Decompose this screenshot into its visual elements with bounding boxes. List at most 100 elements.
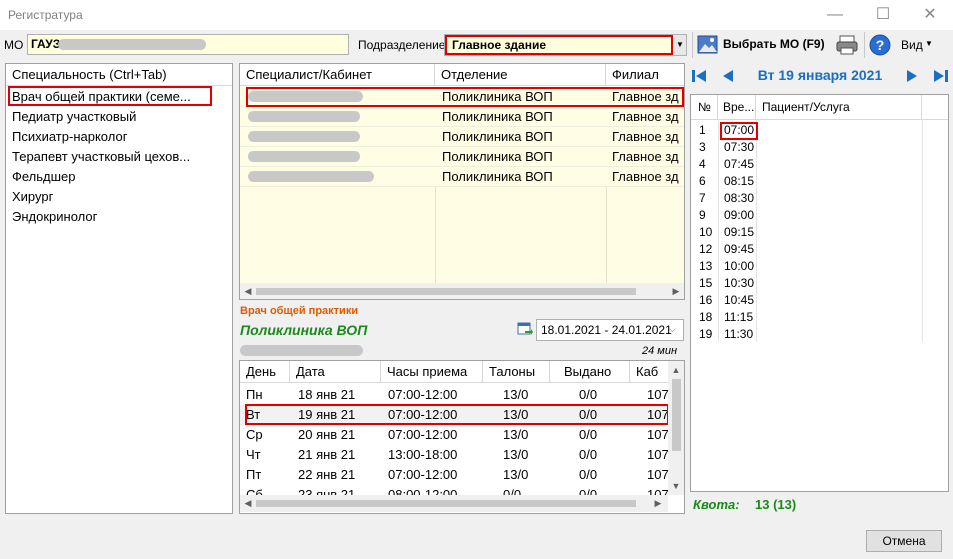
slot-time: 07:45	[724, 157, 755, 171]
time-slot-row[interactable]: 16 10:45	[691, 292, 948, 309]
branch-cell: Главное зд	[612, 109, 679, 124]
window-title: Регистратура	[8, 8, 83, 22]
choose-mo-button[interactable]: Выбрать МО (F9)	[697, 34, 827, 56]
table-row[interactable]: Поликлиника ВОП Главное зд	[240, 107, 684, 127]
time-slot-row[interactable]: 4 07:45	[691, 156, 948, 173]
cancel-button[interactable]: Отмена	[866, 530, 942, 552]
view-menu-button[interactable]: ? Вид ▼	[869, 34, 937, 56]
chevron-down-icon[interactable]: ▼	[674, 35, 686, 55]
table-row[interactable]: Пн 18 янв 21 07:00-12:00 13/0 0/0 107	[240, 385, 668, 405]
scroll-down-icon[interactable]: ▼	[670, 481, 682, 491]
title-bar: Регистратура — ☐ ✕	[0, 0, 953, 30]
slot-time: 07:30	[724, 140, 755, 154]
mo-field[interactable]: ГАУЗ	[27, 34, 349, 55]
slot-time: 09:45	[724, 242, 755, 256]
specialty-item[interactable]: Эндокринолог	[12, 207, 227, 227]
table-row[interactable]: Чт 21 янв 21 13:00-18:00 13/0 0/0 107	[240, 445, 668, 465]
horizontal-scrollbar[interactable]: ◀ ▶	[240, 283, 684, 299]
department-cell: Поликлиника ВОП	[442, 129, 553, 144]
quota-label: Квота:	[693, 497, 740, 512]
time-slot-row[interactable]: 10 09:15	[691, 224, 948, 241]
table-row[interactable]: Сб 23 янв 21 08:00-12:00 0/0 0/0 107	[240, 485, 668, 495]
specialist-name-redacted	[248, 131, 360, 142]
subdivision-select[interactable]: Главное здание ▼	[444, 34, 687, 56]
previous-day-icon[interactable]	[721, 68, 735, 84]
tickets-cell: 13/0	[503, 387, 529, 402]
room-cell: 107	[647, 487, 668, 495]
issued-cell: 0/0	[579, 447, 598, 462]
table-row[interactable]: Ср 20 янв 21 07:00-12:00 13/0 0/0 107	[240, 425, 668, 445]
help-icon: ?	[869, 34, 891, 56]
printer-icon[interactable]	[835, 34, 859, 56]
table-row[interactable]: Поликлиника ВОП Главное зд	[240, 127, 684, 147]
date-range-select[interactable]: 18.01.2021 - 24.01.2021 ⌵	[536, 319, 684, 341]
table-row[interactable]: Поликлиника ВОП Главное зд	[240, 167, 684, 187]
time-slot-row[interactable]: 6 08:15	[691, 173, 948, 190]
column-header[interactable]: Специалист/Кабинет	[240, 64, 435, 86]
time-slot-row[interactable]: 15 10:30	[691, 275, 948, 292]
time-slot-row[interactable]: 19 11:30	[691, 326, 948, 343]
scroll-right-icon[interactable]: ▶	[670, 286, 682, 297]
time-slot-row[interactable]: 9 09:00	[691, 207, 948, 224]
time-slot-row[interactable]: 13 10:00	[691, 258, 948, 275]
horizontal-scrollbar[interactable]: ◀ ▶	[240, 495, 668, 512]
slot-number: 3	[699, 140, 706, 154]
column-header[interactable]: Часы приема	[381, 361, 483, 383]
column-header[interactable]: Талоны	[483, 361, 550, 383]
slot-time: 10:30	[724, 276, 755, 290]
close-button[interactable]: ✕	[907, 0, 953, 30]
first-day-icon[interactable]	[691, 68, 707, 84]
scrollbar-thumb[interactable]	[256, 288, 636, 295]
scroll-right-icon[interactable]: ▶	[652, 498, 664, 509]
column-header[interactable]: Каб	[630, 361, 668, 383]
specialty-selected-highlight	[8, 86, 212, 106]
specialty-item[interactable]: Педиатр участковый	[12, 107, 227, 127]
slot-number: 6	[699, 174, 706, 188]
hours-cell: 07:00-12:00	[388, 387, 458, 402]
scroll-left-icon[interactable]: ◀	[242, 498, 254, 509]
time-slot-row[interactable]: 7 08:30	[691, 190, 948, 207]
vertical-scrollbar[interactable]: ▲ ▼	[668, 361, 684, 495]
table-row[interactable]: Поликлиника ВОП Главное зд	[240, 147, 684, 167]
slot-time: 11:30	[724, 327, 754, 341]
time-slot-row[interactable]: 12 09:45	[691, 241, 948, 258]
column-header[interactable]: Вре...	[718, 95, 756, 120]
table-row[interactable]: Пт 22 янв 21 07:00-12:00 13/0 0/0 107	[240, 465, 668, 485]
minimize-button[interactable]: —	[812, 0, 858, 30]
column-header[interactable]: Выдано	[550, 361, 630, 383]
selected-specialty-label: Врач общей практики	[240, 305, 359, 317]
time-slot-row[interactable]: 18 11:15	[691, 309, 948, 326]
slot-number: 10	[699, 225, 713, 239]
tickets-cell: 13/0	[503, 447, 529, 462]
scrollbar-thumb[interactable]	[672, 379, 681, 451]
calendar-icon[interactable]	[516, 320, 534, 338]
column-header[interactable]: №	[691, 95, 718, 120]
column-header[interactable]: Пациент/Услуга	[756, 95, 922, 120]
selected-department-label: Поликлиника ВОП	[240, 322, 368, 338]
toolbar-divider	[692, 32, 693, 58]
scrollbar-thumb[interactable]	[256, 500, 636, 507]
slot-time: 11:15	[724, 310, 754, 324]
specialty-item[interactable]: Терапевт участковый цехов...	[12, 147, 227, 167]
next-day-icon[interactable]	[905, 68, 919, 84]
specialty-item[interactable]: Фельдшер	[12, 167, 227, 187]
tickets-cell: 13/0	[503, 427, 529, 442]
scroll-up-icon[interactable]: ▲	[670, 365, 682, 375]
specialists-header: Специалист/Кабинет Отделение Филиал	[240, 64, 684, 86]
specialty-item[interactable]: Хирург	[12, 187, 227, 207]
branch-cell: Главное зд	[612, 149, 679, 164]
column-header[interactable]: Дата	[290, 361, 381, 383]
maximize-button[interactable]: ☐	[860, 0, 906, 30]
specialty-item[interactable]: Психиатр-нарколог	[12, 127, 227, 147]
day-cell: Ср	[246, 427, 263, 442]
date-cell: 23 янв 21	[298, 487, 356, 495]
last-day-icon[interactable]	[933, 68, 949, 84]
specialties-header[interactable]: Специальность (Ctrl+Tab)	[12, 65, 227, 85]
column-header[interactable]: Филиал	[606, 64, 684, 86]
selected-date-title: Вт 19 января 2021	[757, 67, 883, 83]
column-header[interactable]: Отделение	[435, 64, 606, 86]
branch-cell: Главное зд	[612, 129, 679, 144]
scroll-left-icon[interactable]: ◀	[242, 286, 254, 297]
column-header[interactable]: День	[240, 361, 290, 383]
time-slot-row[interactable]: 3 07:30	[691, 139, 948, 156]
